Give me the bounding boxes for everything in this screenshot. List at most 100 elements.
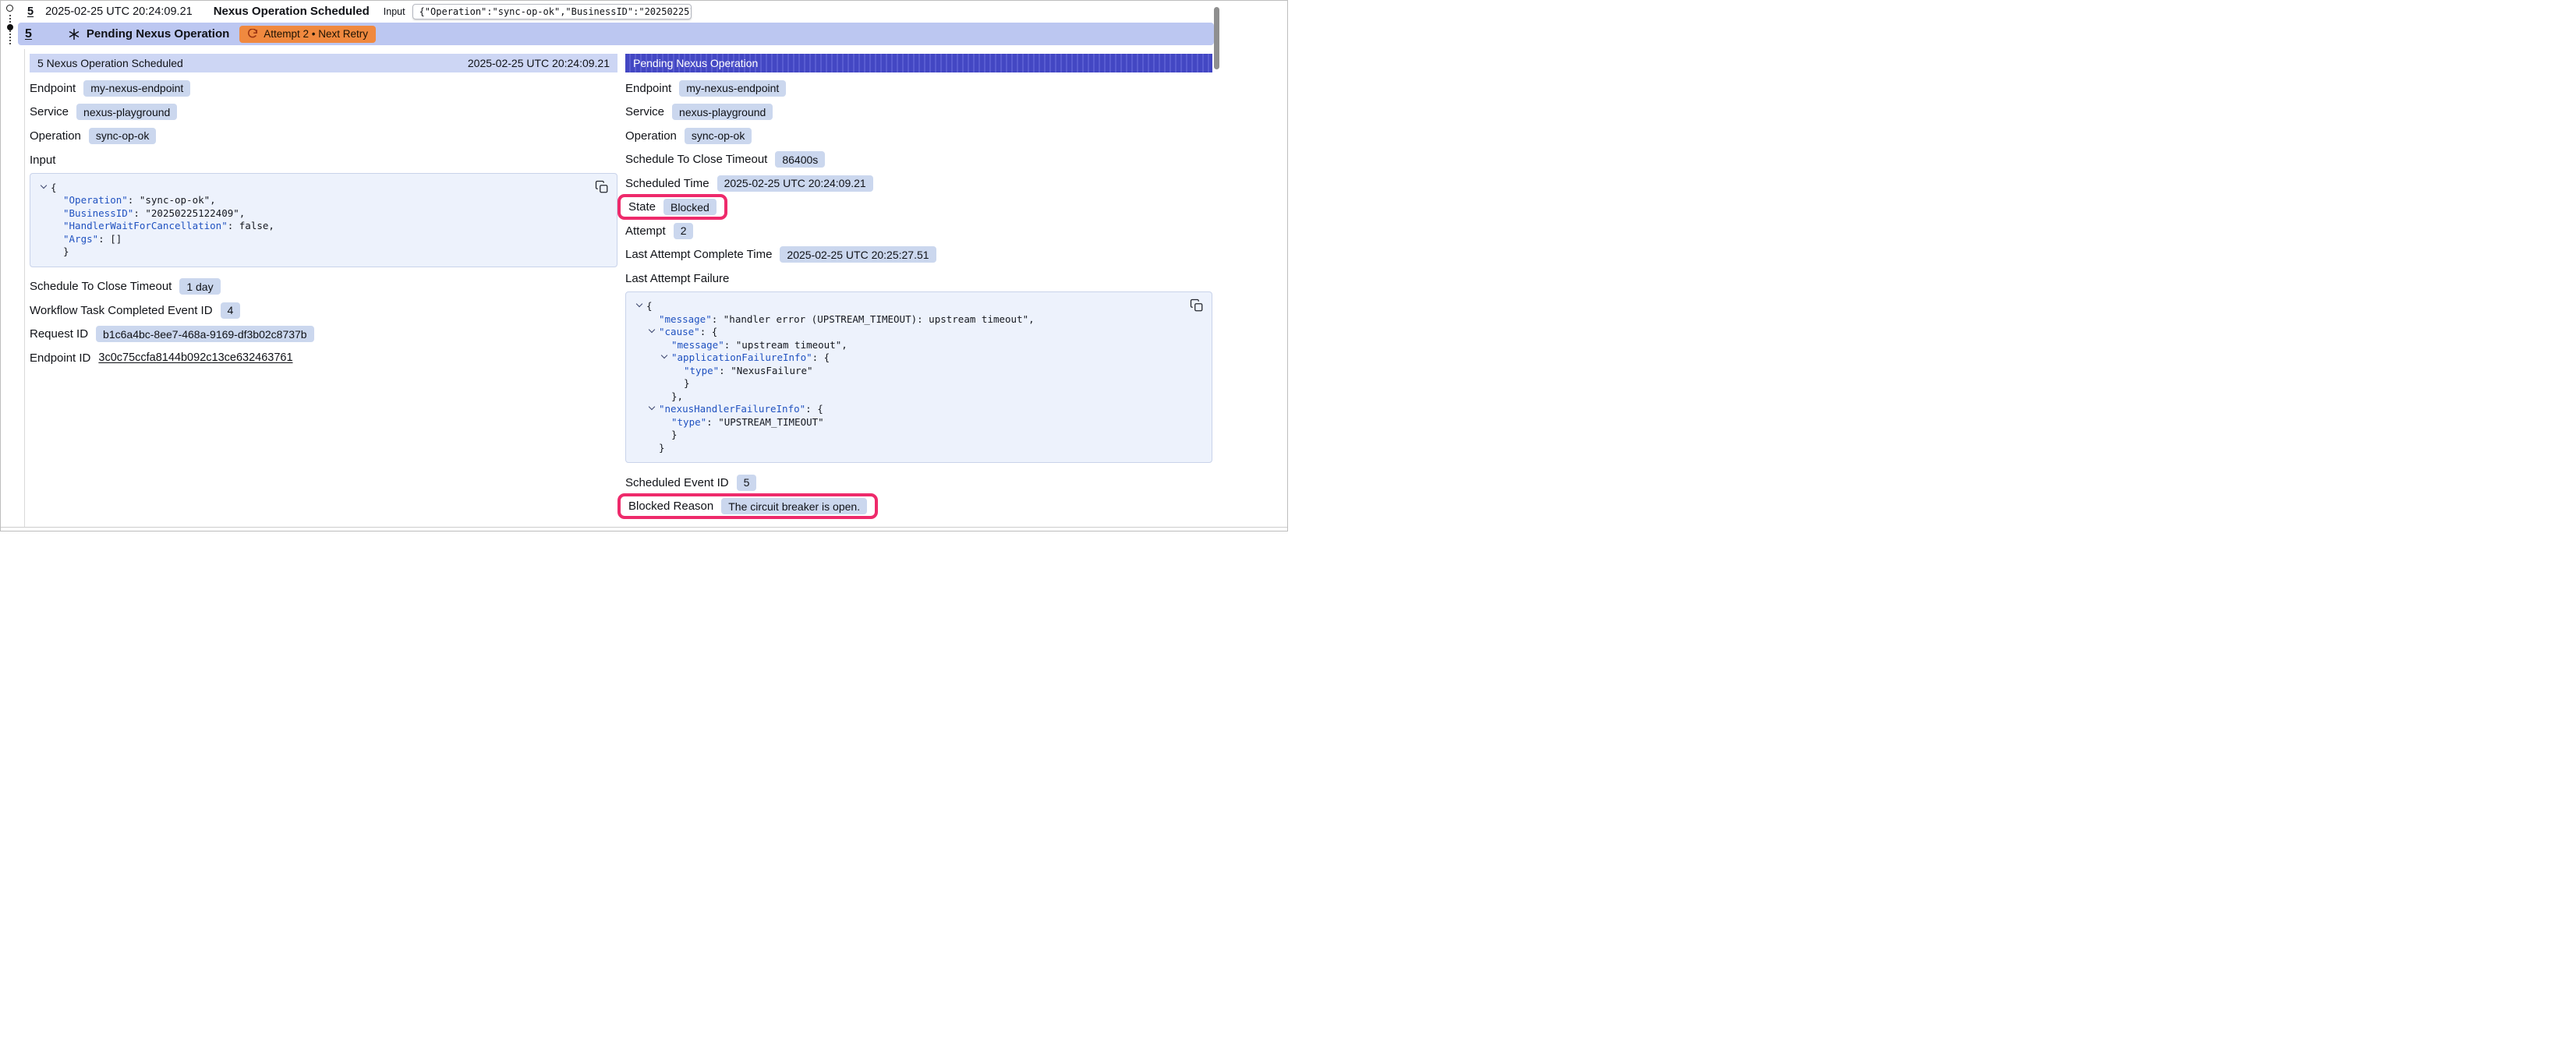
timeline-rail	[5, 2, 17, 46]
pending-operation-header-title: Pending Nexus Operation	[633, 57, 758, 69]
field-value-badge: 5	[737, 475, 757, 491]
field-label: Service	[30, 105, 69, 118]
field-row-endpoint: Endpoint my-nexus-endpoint	[625, 76, 1212, 101]
code-line: {	[631, 300, 1177, 313]
field-label: Service	[625, 105, 664, 118]
event-input-label: Input	[384, 6, 405, 17]
field-label: Scheduled Time	[625, 177, 709, 190]
pending-operation-header: Pending Nexus Operation	[625, 54, 1212, 72]
event-title: Nexus Operation Scheduled	[214, 5, 370, 18]
vertical-scrollbar[interactable]	[1213, 2, 1220, 528]
code-line: "HandlerWaitForCancellation": false,	[35, 220, 582, 233]
field-label: Blocked Reason	[628, 500, 713, 513]
scheduled-event-header: 5 Nexus Operation Scheduled 2025-02-25 U…	[30, 54, 617, 72]
temporal-event-history-screen: 5 2025-02-25 UTC 20:24:09.21 Nexus Opera…	[0, 0, 1288, 532]
pending-operation-title: Pending Nexus Operation	[87, 27, 229, 41]
attempt-retry-label: Attempt 2 • Next Retry	[264, 28, 368, 40]
pending-operation-detail-panel: Pending Nexus Operation Endpoint my-nexu…	[625, 54, 1212, 528]
field-value-badge: my-nexus-endpoint	[83, 80, 190, 97]
chevron-spacer	[673, 365, 684, 374]
field-row-schedule-to-close-timeout: Schedule To Close Timeout 1 day	[30, 275, 617, 299]
code-line: {	[35, 182, 582, 195]
field-value-badge: nexus-playground	[672, 104, 773, 120]
field-label: Schedule To Close Timeout	[625, 153, 767, 166]
chevron-spacer	[660, 390, 671, 400]
pending-event-id-link[interactable]: 5	[25, 27, 32, 41]
field-row-operation: Operation sync-op-ok	[30, 124, 617, 148]
timeline-point-icon	[7, 24, 13, 30]
collapse-chevron-icon[interactable]	[660, 351, 671, 361]
chevron-spacer	[52, 245, 63, 255]
chevron-spacer	[648, 313, 659, 323]
code-line: "message": "upstream timeout",	[631, 339, 1177, 352]
field-value-badge: 86400s	[775, 151, 825, 168]
field-row-workflow-task-completed-event-id: Workflow Task Completed Event ID 4	[30, 298, 617, 323]
code-line: "applicationFailureInfo": {	[631, 351, 1177, 365]
json-code: {"Operation": "sync-op-ok","BusinessID":…	[35, 182, 582, 259]
collapse-chevron-icon[interactable]	[635, 300, 646, 309]
field-value-badge: 2025-02-25 UTC 20:24:09.21	[717, 175, 873, 192]
copy-button[interactable]	[1190, 298, 1204, 313]
code-line: }	[631, 442, 1177, 455]
pending-nexus-operation-row[interactable]: 5 Pending Nexus Operation Attempt 2 • Ne…	[18, 23, 1214, 45]
field-label: Endpoint	[30, 82, 76, 95]
field-value-badge: my-nexus-endpoint	[679, 80, 786, 97]
chevron-spacer	[52, 194, 63, 203]
field-label: Endpoint ID	[30, 351, 90, 365]
input-json-viewer: {"Operation": "sync-op-ok","BusinessID":…	[30, 173, 617, 267]
event-timestamp: 2025-02-25 UTC 20:24:09.21	[45, 5, 193, 18]
field-value-badge: 2	[674, 223, 694, 239]
collapse-chevron-icon[interactable]	[40, 182, 51, 191]
collapse-chevron-icon[interactable]	[648, 326, 659, 335]
code-line: },	[631, 390, 1177, 404]
field-value-badge: 1 day	[179, 278, 220, 295]
endpoint-id-link[interactable]: 3c0c75ccfa8144b092c13ce632463761	[98, 351, 292, 364]
field-row-service: Service nexus-playground	[30, 101, 617, 125]
annotation-highlight-state: State Blocked	[617, 194, 727, 220]
collapse-chevron-icon[interactable]	[648, 403, 659, 412]
field-row-state: State Blocked	[625, 196, 1212, 220]
code-line: "Args": []	[35, 233, 582, 246]
code-line: }	[35, 245, 582, 259]
event-id-link[interactable]: 5	[27, 5, 34, 18]
field-row-blocked-reason: Blocked Reason The circuit breaker is op…	[625, 495, 1212, 519]
code-line: }	[631, 429, 1177, 442]
chevron-spacer	[52, 220, 63, 229]
code-line: "type": "UPSTREAM_TIMEOUT"	[631, 416, 1177, 429]
code-line: "Operation": "sync-op-ok",	[35, 194, 582, 207]
event-detail-area: 5 Nexus Operation Scheduled 2025-02-25 U…	[24, 49, 1215, 528]
field-row-endpoint: Endpoint my-nexus-endpoint	[30, 76, 617, 101]
field-row-schedule-to-close-timeout: Schedule To Close Timeout 86400s	[625, 148, 1212, 172]
field-label: Operation	[625, 129, 677, 143]
failure-json-viewer: {"message": "handler error (UPSTREAM_TIM…	[625, 291, 1212, 463]
field-row-attempt: Attempt 2	[625, 219, 1212, 243]
code-line: "nexusHandlerFailureInfo": {	[631, 403, 1177, 416]
code-line: "message": "handler error (UPSTREAM_TIME…	[631, 313, 1177, 327]
attempt-retry-badge: Attempt 2 • Next Retry	[239, 26, 376, 43]
field-label: Endpoint	[625, 82, 671, 95]
timeline-node-icon	[6, 5, 13, 12]
field-row-last-attempt-complete-time: Last Attempt Complete Time 2025-02-25 UT…	[625, 243, 1212, 267]
code-line: "BusinessID": "20250225122409",	[35, 207, 582, 221]
field-label: Schedule To Close Timeout	[30, 280, 172, 293]
field-row-request-id: Request ID b1c6a4bc-8ee7-468a-9169-df3b0…	[30, 323, 617, 347]
chevron-spacer	[648, 442, 659, 451]
pending-asterisk-icon	[68, 28, 80, 41]
last-attempt-failure-label: Last Attempt Failure	[625, 272, 1212, 288]
window-bottom-border	[1, 527, 1287, 528]
field-value-badge: 2025-02-25 UTC 20:25:27.51	[780, 246, 936, 263]
chevron-spacer	[52, 207, 63, 217]
code-line: "cause": {	[631, 326, 1177, 339]
input-section-label: Input	[30, 154, 617, 169]
chevron-spacer	[52, 233, 63, 242]
chevron-spacer	[660, 429, 671, 438]
field-row-scheduled-event-id: Scheduled Event ID 5	[625, 471, 1212, 495]
field-label: Operation	[30, 129, 81, 143]
field-row-operation: Operation sync-op-ok	[625, 124, 1212, 148]
event-input-preview[interactable]: {"Operation":"sync-op-ok","BusinessID":"…	[412, 4, 692, 19]
field-value-badge: 4	[221, 302, 241, 319]
copy-button[interactable]	[595, 180, 609, 194]
scrollbar-thumb[interactable]	[1214, 7, 1219, 69]
event-row-nexus-operation-scheduled[interactable]: 5 2025-02-25 UTC 20:24:09.21 Nexus Opera…	[1, 1, 1287, 22]
field-label: Scheduled Event ID	[625, 476, 729, 489]
